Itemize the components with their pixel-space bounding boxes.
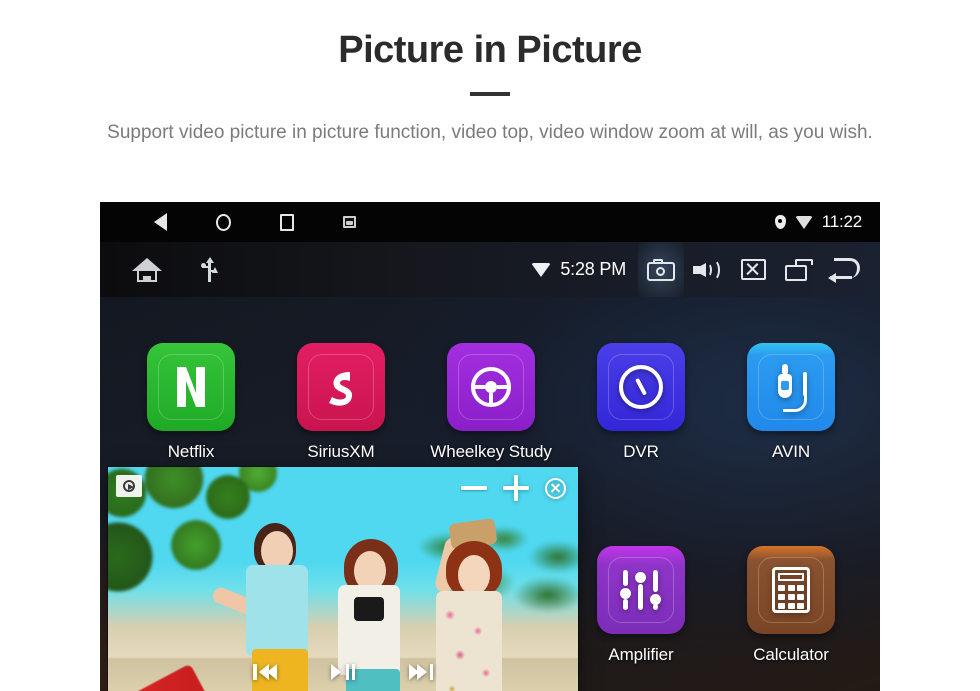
netflix-glyph-svg — [177, 367, 205, 407]
wheelkey-icon — [447, 343, 535, 431]
title-divider — [470, 91, 510, 96]
gauge-needle — [635, 377, 648, 396]
android-nav-buttons — [154, 213, 356, 231]
calculator-icon — [747, 546, 835, 634]
nav-screenshot-button[interactable] — [343, 216, 356, 228]
home-icon — [132, 257, 162, 282]
toolbar-close-app-button[interactable] — [730, 242, 776, 297]
netflix-tile[interactable] — [147, 343, 235, 431]
toolbar-usb-indicator — [201, 256, 218, 283]
pip-close-button[interactable] — [545, 477, 566, 499]
pip-next-button[interactable] — [409, 664, 433, 680]
pip-screenshot-button[interactable] — [116, 475, 142, 497]
app-tile-amplifier[interactable]: Amplifier — [566, 546, 716, 665]
toolbar-camera-button[interactable] — [638, 242, 684, 297]
siriusxm-glyph-svg — [329, 372, 353, 406]
app-tile-siriusxm[interactable]: SiriusXM — [266, 343, 416, 462]
toolbar-wifi-icon — [531, 262, 552, 277]
nav-home-button[interactable] — [216, 213, 231, 231]
usb-icon — [201, 256, 218, 283]
android-status-bar: 11:22 — [100, 202, 880, 242]
app-label-siriusxm: SiriusXM — [307, 442, 375, 461]
pip-zoom-in-button[interactable] — [503, 475, 529, 501]
pip-screenshot-icon — [123, 480, 135, 492]
recents-square-icon — [280, 213, 294, 231]
speaker-icon — [693, 258, 721, 281]
toolbar-left-group — [132, 256, 218, 283]
close-box-icon — [740, 259, 766, 280]
page-subtitle: Support video picture in picture functio… — [107, 121, 873, 143]
pip-transport-controls — [108, 664, 578, 680]
plug-shape — [770, 364, 812, 412]
app-tile-calculator[interactable]: Calculator — [716, 546, 866, 665]
toolbar-recent-apps-button[interactable] — [776, 242, 822, 297]
siriusxm-tile[interactable] — [297, 343, 385, 431]
calculator-screen — [778, 573, 804, 581]
status-bar-indicators: 11:22 — [774, 212, 862, 232]
back-arrow-icon — [828, 257, 862, 283]
toolbar-home-button[interactable] — [132, 257, 162, 282]
wifi-icon — [794, 215, 813, 229]
amplifier-tile[interactable] — [597, 546, 685, 634]
app-label-netflix: Netflix — [167, 442, 215, 461]
avin-tile[interactable] — [747, 343, 835, 431]
app-toolbar: 5:28 PM — [100, 242, 880, 297]
pip-window-controls — [461, 475, 566, 501]
pip-play-pause-button[interactable] — [331, 664, 355, 680]
home-circle-icon — [216, 213, 231, 231]
nav-recents-button[interactable] — [280, 213, 294, 231]
toolbar-clock: 5:28 PM — [560, 259, 626, 279]
dvr-tile[interactable] — [597, 343, 685, 431]
rca-plug-icon — [747, 343, 835, 431]
location-pin-icon — [774, 215, 786, 229]
calculator-body — [772, 567, 810, 613]
app-label-dvr: DVR — [623, 442, 659, 461]
toolbar-back-button[interactable] — [822, 242, 868, 297]
stacked-windows-icon — [785, 258, 813, 281]
page-title: Picture in Picture — [338, 29, 642, 71]
app-launcher: nicara Netflix — [100, 297, 880, 691]
app-label-wheelkey: Wheelkey Study — [430, 442, 552, 461]
app-label-amplifier: Amplifier — [608, 645, 674, 664]
pip-previous-button[interactable] — [253, 664, 277, 680]
camera-icon — [647, 258, 675, 281]
app-label-avin: AVIN — [771, 442, 811, 461]
device-screen: 11:22 5:28 PM Netflix SiriusXM Wheelkey … — [100, 202, 880, 691]
netflix-icon — [147, 343, 235, 431]
app-tile-netflix[interactable]: Netflix — [116, 343, 266, 462]
gauge-icon — [597, 343, 685, 431]
page-header: Picture in Picture Support video picture… — [0, 0, 980, 148]
calculator-keys — [778, 585, 804, 609]
toolbar-volume-button[interactable] — [684, 242, 730, 297]
screenshot-icon — [343, 216, 356, 228]
app-tile-dvr[interactable]: DVR — [566, 343, 716, 462]
nav-back-button[interactable] — [154, 213, 167, 231]
app-tile-wheelkey[interactable]: Wheelkey Study — [416, 343, 566, 462]
back-triangle-icon — [154, 213, 167, 231]
wheelkey-tile[interactable] — [447, 343, 535, 431]
equalizer-icon — [597, 546, 685, 634]
siriusxm-icon — [297, 343, 385, 431]
status-bar-clock: 11:22 — [821, 212, 862, 231]
wheelkey-glyph-svg — [471, 367, 511, 407]
pip-zoom-out-button[interactable] — [461, 486, 487, 490]
app-tile-avin[interactable]: AVIN — [716, 343, 866, 462]
gauge-dial — [619, 365, 663, 409]
pip-window[interactable] — [108, 467, 578, 691]
equalizer-sliders — [620, 570, 662, 610]
app-label-calculator: Calculator — [753, 645, 829, 664]
calculator-tile[interactable] — [747, 546, 835, 634]
toolbar-right-group: 5:28 PM — [531, 242, 868, 297]
